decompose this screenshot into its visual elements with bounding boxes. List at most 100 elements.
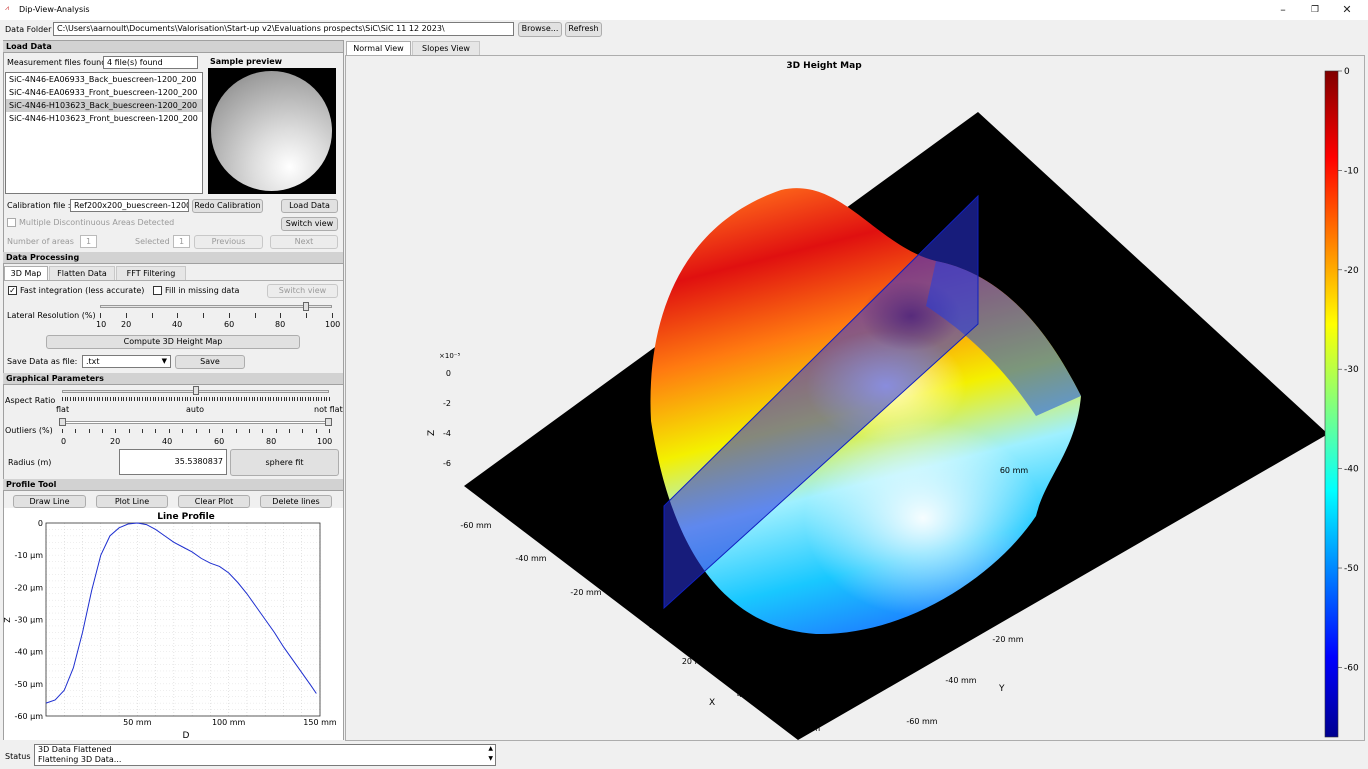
outliers-tick-label: 0: [61, 437, 67, 446]
slider-tick: [312, 397, 314, 401]
colorbar-tick-label: -20: [1344, 266, 1359, 276]
colorbar-tick-label: 0: [1344, 67, 1350, 77]
slider-tick: [192, 397, 194, 401]
slider-tick: [296, 397, 298, 401]
slider-tick: [174, 397, 176, 401]
sphere-fit-button[interactable]: sphere fit: [230, 449, 339, 476]
slider-tick: [278, 397, 280, 401]
lateral-tick-label: 100: [325, 320, 341, 329]
slider-tick: [230, 397, 232, 401]
fill-missing-label: Fill in missing data: [165, 286, 240, 295]
slider-tick: [86, 397, 88, 401]
slider-tick: [120, 397, 122, 401]
slider-tick: [176, 397, 178, 401]
slider-tick: [142, 397, 144, 401]
slider-thumb-low[interactable]: [59, 418, 66, 426]
list-item[interactable]: SiC-4N46-EA06933_Back_buescreen-1200_200: [6, 73, 202, 86]
slider-thumb[interactable]: [303, 302, 310, 311]
scroll-down-icon[interactable]: ▼: [488, 755, 493, 762]
calibration-field[interactable]: Ref200x200_buescreen-1200: [70, 199, 189, 212]
tab-flatten-data[interactable]: Flatten Data: [49, 266, 115, 280]
compute-height-map-button[interactable]: Compute 3D Height Map: [46, 335, 300, 349]
selected-field: 1: [173, 235, 190, 248]
slider-tick: [184, 397, 186, 401]
3d-view-panel: 3D Height Map 0 -2 -4 -6 -60 mm -40 mm -20 mm 0…: [345, 55, 1365, 741]
slider-tick: [315, 397, 317, 401]
slider-tick: [307, 397, 309, 401]
aspect-ratio-slider[interactable]: [62, 386, 330, 404]
slider-tick: [166, 397, 168, 401]
slider-thumb-high[interactable]: [325, 418, 332, 426]
lateral-tick-label: 80: [275, 320, 286, 329]
slider-tick: [134, 397, 136, 401]
slider-tick: [238, 397, 240, 401]
load-data-button[interactable]: Load Data: [281, 199, 338, 213]
draw-line-button[interactable]: Draw Line: [13, 495, 86, 508]
switch-view-button[interactable]: Switch view: [281, 217, 338, 231]
delete-lines-button[interactable]: Delete lines: [260, 495, 332, 508]
colorbar-tick-label: -10: [1344, 166, 1359, 176]
tab-slopes-view[interactable]: Slopes View: [412, 41, 480, 55]
list-item[interactable]: SiC-4N46-EA06933_Front_buescreen-1200_20…: [6, 86, 202, 99]
next-button[interactable]: Next: [270, 235, 338, 249]
save-format-select[interactable]: .txt ▼: [82, 355, 171, 368]
plot-line-button[interactable]: Plot Line: [96, 495, 168, 508]
file-list[interactable]: SiC-4N46-EA06933_Back_buescreen-1200_200…: [5, 72, 203, 194]
slider-tick: [198, 397, 200, 401]
refresh-button[interactable]: Refresh: [565, 22, 602, 37]
save-button[interactable]: Save: [175, 355, 245, 369]
minimize-button[interactable]: –: [1268, 0, 1298, 20]
lateral-resolution-slider[interactable]: [100, 302, 333, 318]
fast-integration-checkbox[interactable]: ✓: [8, 286, 17, 295]
colorbar-tick-label: -30: [1344, 365, 1359, 375]
browse-button[interactable]: Browse...: [518, 22, 562, 37]
x-tick-label: 20 mm: [682, 657, 711, 666]
slider-tick: [320, 397, 322, 401]
previous-button[interactable]: Previous: [194, 235, 263, 249]
clear-plot-button[interactable]: Clear Plot: [178, 495, 250, 508]
x-tick-label: -40 mm: [515, 554, 546, 563]
slider-tick: [72, 397, 74, 401]
slider-tick: [104, 397, 106, 401]
z-tick-label: -2: [443, 399, 451, 408]
z-tick-label: 0: [446, 369, 451, 378]
close-button[interactable]: ✕: [1332, 0, 1362, 20]
slider-tick: [302, 429, 304, 433]
status-label: Status: [5, 752, 31, 761]
radius-field: 35.5380837: [119, 449, 227, 475]
redo-calibration-button[interactable]: Redo Calibration: [192, 199, 263, 213]
restore-button[interactable]: ❐: [1300, 0, 1330, 20]
slider-tick: [232, 397, 234, 401]
fast-integration-label: Fast integration (less accurate): [20, 286, 145, 295]
status-box: 3D Data Flattened Flattening 3D Data... …: [34, 744, 496, 766]
slider-tick: [171, 397, 173, 401]
slider-tick: [126, 397, 128, 401]
slider-thumb[interactable]: [192, 386, 199, 395]
slider-tick: [195, 429, 197, 433]
slider-tick: [83, 397, 85, 401]
data-folder-input[interactable]: C:\Users\aarnoult\Documents\Valorisation…: [53, 22, 514, 36]
slider-tick: [259, 397, 261, 401]
slider-tick: [275, 397, 277, 401]
list-item[interactable]: SiC-4N46-H103623_Front_buescreen-1200_20…: [6, 112, 202, 125]
outliers-range-slider[interactable]: [59, 418, 332, 434]
slider-tick: [190, 397, 192, 401]
tab-3d-map[interactable]: 3D Map: [4, 266, 48, 280]
slider-tick: [136, 397, 138, 401]
slider-tick: [228, 313, 230, 318]
slider-tick: [139, 397, 141, 401]
list-item-selected[interactable]: SiC-4N46-H103623_Back_buescreen-1200_200: [6, 99, 202, 112]
processing-switch-view-button[interactable]: Switch view: [267, 284, 338, 298]
slider-tick: [222, 429, 224, 433]
y-tick-label: -60 µm: [15, 712, 44, 721]
slider-tick: [182, 429, 184, 433]
slider-tick: [248, 397, 250, 401]
data-folder-label: Data Folder: [5, 25, 52, 34]
slider-tick: [88, 397, 90, 401]
tab-normal-view[interactable]: Normal View: [346, 41, 411, 55]
scroll-up-icon[interactable]: ▲: [488, 745, 493, 752]
radius-label: Radius (m): [8, 458, 52, 467]
slider-tick: [326, 397, 328, 401]
tab-fft-filtering[interactable]: FFT Filtering: [116, 266, 186, 280]
fill-missing-checkbox[interactable]: [153, 286, 162, 295]
